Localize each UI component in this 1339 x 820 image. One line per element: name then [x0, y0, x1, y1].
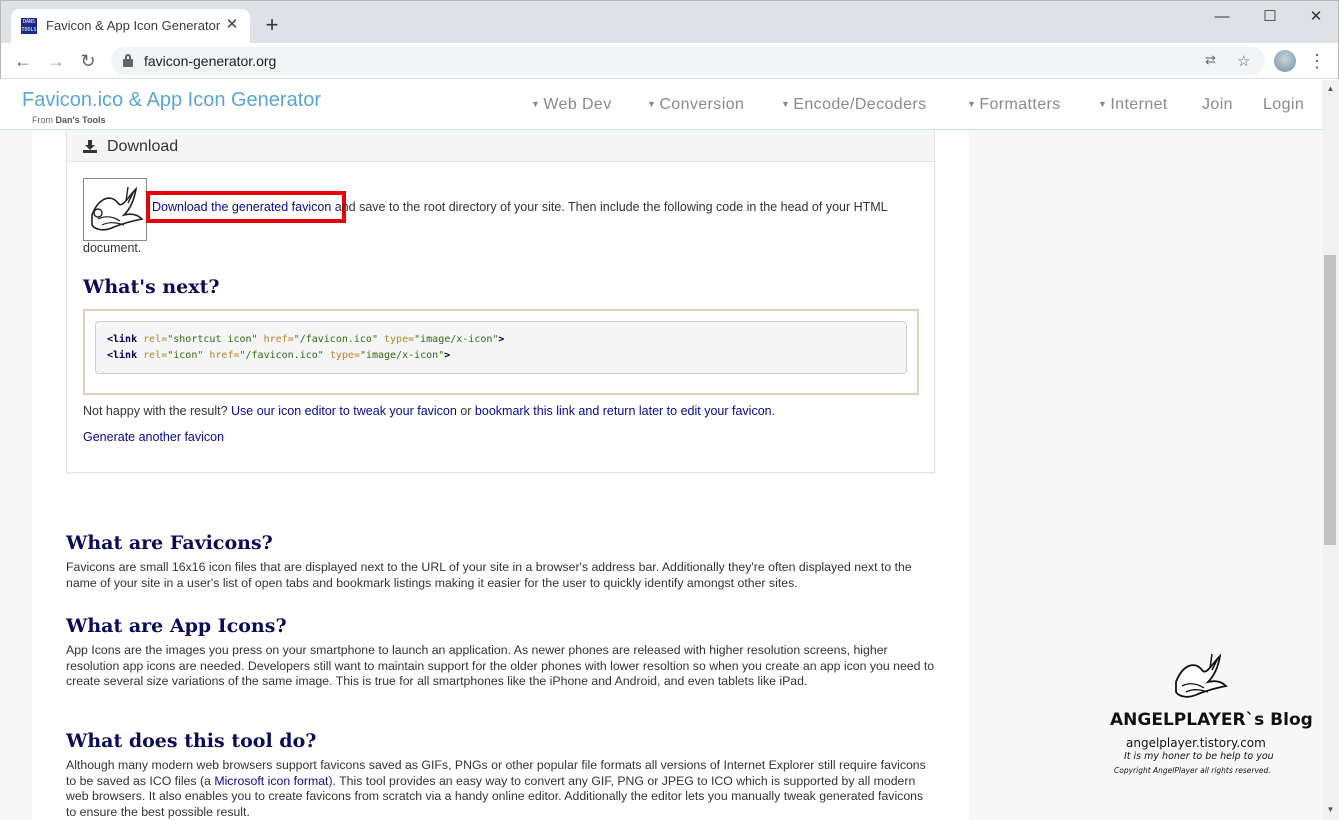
watermark-url: angelplayer.tistory.com — [1126, 736, 1266, 750]
code-line: <link rel="shortcut icon" href="/favicon… — [107, 334, 505, 345]
back-icon[interactable]: ← — [11, 49, 35, 73]
star-icon[interactable]: ☆ — [1237, 52, 1250, 70]
chevron-down-icon: ▼ — [647, 99, 657, 109]
new-tab-icon[interactable]: + — [261, 14, 283, 36]
angel-bird-logo — [1175, 653, 1228, 698]
scroll-thumb[interactable] — [1324, 255, 1336, 545]
section-app-icons: What are App Icons? App Icons are the im… — [66, 615, 936, 690]
site-header: Favicon.ico & App Icon Generator From Da… — [0, 80, 1322, 130]
download-favicon-link[interactable]: Download the generated favicon — [152, 200, 331, 214]
section-body: App Icons are the images you press on yo… — [66, 643, 935, 688]
browser-tab-bar: DANS TOOLS Favicon & App Icon Generator ✕… — [0, 0, 1339, 44]
panel-header: Download — [67, 130, 934, 162]
section-body: Although many modern web browsers suppor… — [66, 758, 926, 819]
browser-tab[interactable]: DANS TOOLS Favicon & App Icon Generator ✕ — [11, 9, 250, 44]
download-panel: Download Download the generated favicon … — [66, 130, 935, 473]
nav-web-dev[interactable]: ▼ Web Dev — [531, 96, 612, 114]
download-instruction: Download the generated favicon and save … — [83, 187, 928, 269]
content-column: Download Download the generated favicon … — [32, 130, 969, 820]
scroll-up-icon[interactable]: ▲ — [1322, 80, 1339, 97]
code-line: <link rel="icon" href="/favicon.ico" typ… — [107, 350, 451, 361]
chevron-down-icon: ▼ — [967, 99, 977, 109]
nav-encode-decoders[interactable]: ▼ Encode/Decoders — [781, 96, 927, 114]
forward-icon[interactable]: → — [44, 49, 68, 73]
address-bar[interactable]: favicon-generator.org ⇄ ☆ — [111, 47, 1265, 75]
site-subtitle: From Dan's Tools — [32, 115, 106, 125]
chevron-down-icon: ▼ — [1098, 99, 1108, 109]
section-heading: What are Favicons? — [66, 532, 273, 554]
section-heading: What does this tool do? — [66, 730, 317, 752]
section-heading: What are App Icons? — [66, 615, 287, 637]
panel-title: Download — [107, 138, 179, 155]
section-favicons: What are Favicons? Favicons are small 16… — [66, 532, 936, 591]
minimize-icon[interactable]: — — [1199, 4, 1245, 30]
nav-internet[interactable]: ▼ Internet — [1098, 96, 1168, 114]
url-text[interactable]: favicon-generator.org — [144, 53, 276, 69]
watermark-copyright: Copyright AngelPlayer all rights reserve… — [1114, 766, 1271, 775]
tab-favicon-icon: DANS TOOLS — [21, 18, 37, 34]
tab-close-icon[interactable]: ✕ — [222, 15, 242, 35]
download-icon — [83, 140, 97, 153]
translate-icon[interactable]: ⇄ — [1205, 52, 1216, 68]
section-body: Favicons are small 16x16 icon files that… — [66, 560, 912, 590]
code-block[interactable]: <link rel="shortcut icon" href="/favicon… — [95, 321, 907, 374]
tab-title: Favicon & App Icon Generator — [46, 18, 221, 33]
nav-join[interactable]: Join — [1202, 96, 1233, 114]
menu-icon[interactable]: ⋮ — [1308, 49, 1326, 73]
code-frame: <link rel="shortcut icon" href="/favicon… — [83, 309, 919, 395]
bookmark-link[interactable]: bookmark this link and return later to e… — [475, 404, 772, 418]
maximize-icon[interactable]: ☐ — [1247, 4, 1293, 30]
nav-formatters[interactable]: ▼ Formatters — [967, 96, 1061, 114]
page-viewport: Download Download the generated favicon … — [0, 80, 1339, 820]
microsoft-icon-format-link[interactable]: Microsoft icon format — [214, 774, 328, 788]
section-tool: What does this tool do? Although many mo… — [66, 730, 936, 820]
chevron-down-icon: ▼ — [781, 99, 791, 109]
reload-icon[interactable]: ↻ — [76, 49, 100, 73]
chevron-down-icon: ▼ — [531, 99, 541, 109]
watermark-tagline: It is my honer to be help to you — [1124, 751, 1274, 762]
site-title[interactable]: Favicon.ico & App Icon Generator — [22, 89, 321, 112]
page-scrollbar[interactable]: ▲ ▼ — [1322, 80, 1339, 820]
generate-another-link[interactable]: Generate another favicon — [83, 430, 224, 444]
blog-watermark: ANGELPLAYER`s Blog angelplayer.tistory.c… — [1100, 650, 1313, 780]
watermark-title: ANGELPLAYER`s Blog — [1110, 710, 1313, 730]
nav-login[interactable]: Login — [1263, 96, 1304, 114]
avatar[interactable] — [1274, 50, 1296, 72]
lock-icon[interactable] — [123, 54, 133, 67]
scroll-down-icon[interactable]: ▼ — [1322, 801, 1339, 818]
whats-next-heading: What's next? — [83, 276, 220, 298]
browser-toolbar: ← → ↻ favicon-generator.org ⇄ ☆ ⋮ — [0, 43, 1339, 79]
icon-editor-link[interactable]: Use our icon editor to tweak your favico… — [231, 404, 457, 418]
window-close-icon[interactable]: ✕ — [1293, 4, 1339, 30]
not-happy-text: Not happy with the result? Use our icon … — [83, 404, 776, 418]
nav-conversion[interactable]: ▼ Conversion — [647, 96, 744, 114]
